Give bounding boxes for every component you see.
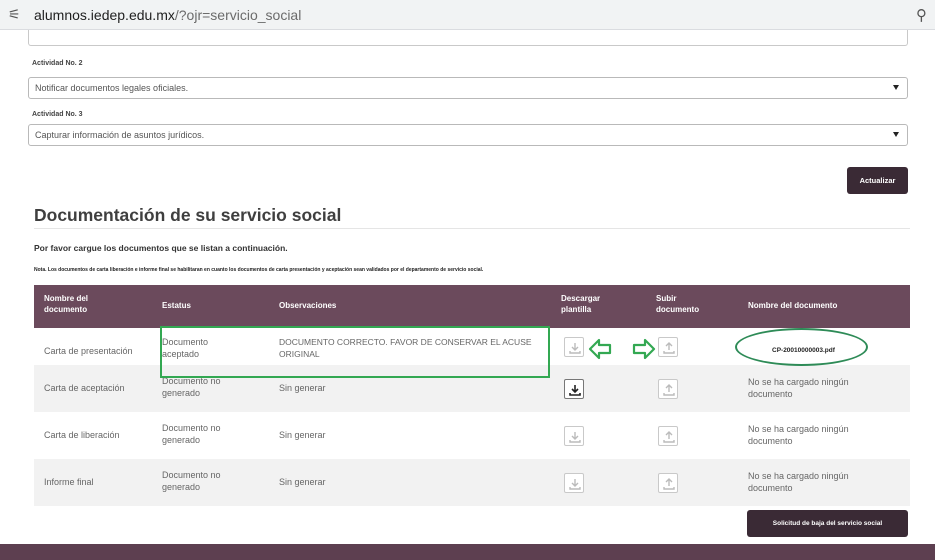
header-observations: Observaciones	[279, 301, 337, 310]
header-upload: Subir documento	[656, 294, 700, 314]
table-row: Carta de liberación Documento no generad…	[34, 412, 910, 459]
arrow-left-icon	[588, 338, 612, 360]
chevron-down-icon	[893, 85, 899, 90]
footer-bar	[0, 544, 935, 560]
header-status: Estatus	[162, 301, 191, 310]
intro-text: Por favor cargue los documentos que se l…	[34, 243, 288, 253]
download-template-button[interactable]	[564, 337, 584, 357]
activity-3-value: Capturar información de asuntos jurídico…	[35, 130, 205, 140]
magnifier-icon[interactable]: ⚲	[916, 6, 927, 24]
upload-icon	[663, 478, 675, 490]
upload-document-button[interactable]	[658, 473, 678, 493]
download-icon	[569, 385, 581, 396]
doc-observations: Sin generar	[279, 430, 326, 440]
doc-status: Documento no generado	[162, 376, 221, 398]
doc-observations: Sin generar	[279, 477, 326, 487]
download-template-button[interactable]	[564, 379, 584, 399]
section-title: Documentación de su servicio social	[34, 205, 342, 225]
doc-observations: Sin generar	[279, 383, 326, 393]
header-filename: Nombre del documento	[748, 301, 838, 310]
url-text[interactable]: alumnos.iedep.edu.mx/?ojr=servicio_socia…	[34, 7, 301, 23]
update-button[interactable]: Actualizar	[847, 167, 908, 194]
doc-name: Informe final	[44, 477, 94, 487]
download-icon	[569, 343, 581, 354]
download-template-button[interactable]	[564, 426, 584, 446]
upload-icon	[663, 431, 675, 443]
activity-3-select[interactable]: Capturar información de asuntos jurídico…	[28, 124, 908, 146]
file-status: No se ha cargado ningún documento	[748, 471, 849, 493]
activity-select-1[interactable]	[28, 30, 908, 46]
request-withdrawal-button[interactable]: Solicitud de baja del servicio social	[747, 510, 908, 537]
upload-document-button[interactable]	[658, 426, 678, 446]
divider	[34, 228, 910, 229]
activity-3-label: Actividad No. 3	[32, 111, 83, 118]
header-download: Descargar plantilla	[561, 294, 601, 314]
header-name: Nombre del documento	[44, 294, 89, 314]
upload-icon	[663, 384, 675, 396]
doc-name: Carta de liberación	[44, 430, 120, 440]
browser-url-bar[interactable]: ⚟ alumnos.iedep.edu.mx/?ojr=servicio_soc…	[0, 0, 935, 30]
file-status: No se ha cargado ningún documento	[748, 377, 849, 399]
activity-2-select[interactable]: Notificar documentos legales oficiales.	[28, 77, 908, 99]
upload-icon	[663, 342, 675, 354]
chevron-down-icon	[893, 132, 899, 137]
table-row: Informe final Documento no generado Sin …	[34, 459, 910, 506]
file-status: No se ha cargado ningún documento	[748, 424, 849, 446]
upload-document-button[interactable]	[658, 379, 678, 399]
download-icon	[569, 432, 581, 443]
doc-status: Documento no generado	[162, 423, 221, 445]
doc-name: Carta de presentación	[44, 346, 133, 356]
note-text: Nota. Los documentos de carta liberación…	[34, 267, 484, 273]
download-icon	[569, 479, 581, 490]
activity-2-label: Actividad No. 2	[32, 60, 83, 67]
activity-2-value: Notificar documentos legales oficiales.	[35, 83, 189, 93]
highlight-box	[160, 326, 550, 378]
file-highlight-oval	[735, 328, 868, 366]
download-template-button[interactable]	[564, 473, 584, 493]
doc-name: Carta de aceptación	[44, 383, 125, 393]
tune-icon[interactable]: ⚟	[8, 6, 24, 22]
arrow-right-icon	[632, 338, 656, 360]
table-header: Nombre del documento Estatus Observacion…	[34, 285, 910, 328]
upload-document-button[interactable]	[658, 337, 678, 357]
doc-status: Documento no generado	[162, 470, 221, 492]
